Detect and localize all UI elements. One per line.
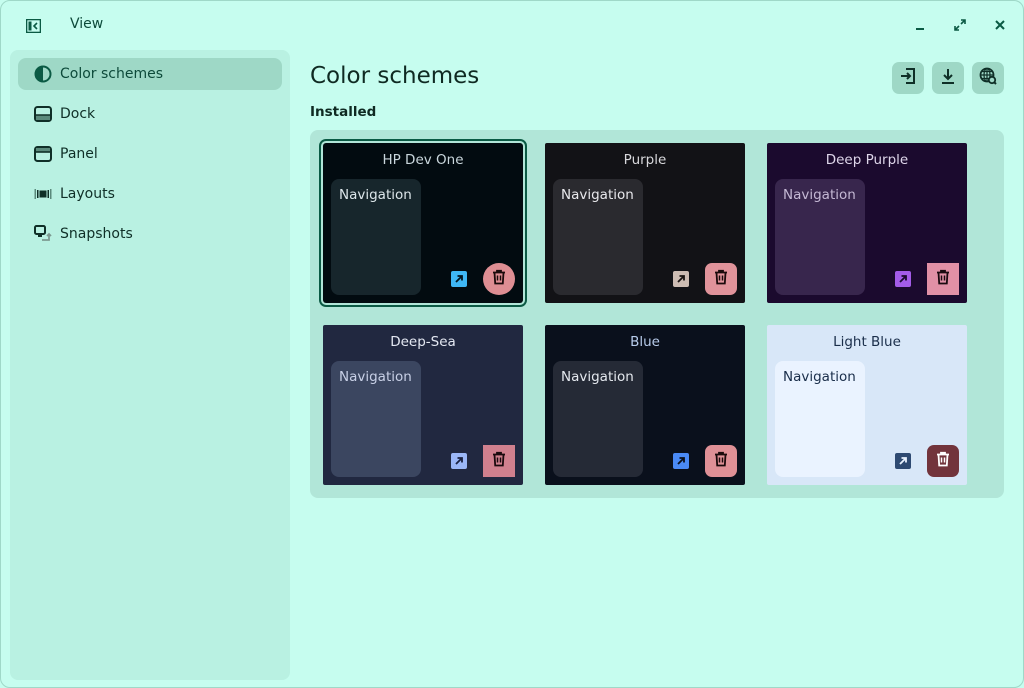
scheme-card[interactable]: Purple Navigation (545, 143, 745, 303)
sidebar-item-label: Color schemes (60, 66, 164, 82)
trash-icon (935, 269, 951, 289)
open-scheme-button[interactable] (895, 271, 911, 287)
sidebar-item-layouts[interactable]: Layouts (18, 178, 282, 210)
trash-icon (713, 269, 729, 289)
preview-navigation-label: Navigation (339, 187, 412, 203)
preview-navigation-pane: Navigation (775, 361, 865, 477)
import-icon (899, 67, 917, 89)
arrow-up-right-icon (897, 270, 909, 289)
open-scheme-button[interactable] (673, 453, 689, 469)
import-button[interactable] (892, 62, 924, 94)
download-button[interactable] (932, 62, 964, 94)
delete-scheme-button[interactable] (705, 445, 737, 477)
delete-scheme-button[interactable] (483, 445, 515, 477)
sidebar-collapse-icon[interactable] (25, 18, 42, 34)
scheme-card[interactable]: Blue Navigation (545, 325, 745, 485)
page-title: Color schemes (310, 63, 480, 89)
sidebar-item-label: Layouts (60, 186, 115, 202)
scheme-name: Deep-Sea (390, 334, 456, 350)
scheme-card[interactable]: HP Dev One Navigation (319, 139, 527, 307)
trash-icon (935, 451, 951, 471)
delete-scheme-button[interactable] (705, 263, 737, 295)
scheme-name: Purple (623, 152, 667, 168)
scheme-card[interactable]: Deep-Sea Navigation (323, 325, 523, 485)
open-scheme-button[interactable] (673, 271, 689, 287)
download-icon (939, 67, 957, 89)
header-bar: View (1, 1, 1023, 49)
panel-icon (34, 145, 52, 163)
sidebar-item-snapshots[interactable]: Snapshots (18, 218, 282, 250)
preview-navigation-label: Navigation (561, 187, 634, 203)
open-scheme-button[interactable] (451, 453, 467, 469)
sidebar-item-label: Snapshots (60, 226, 133, 242)
arrow-up-right-icon (675, 452, 687, 471)
section-label-installed: Installed (310, 104, 377, 120)
sidebar-item-color-schemes[interactable]: Color schemes (18, 58, 282, 90)
globe-search-icon (979, 67, 997, 89)
preview-navigation-pane: Navigation (553, 179, 643, 295)
maximize-icon[interactable] (952, 17, 968, 33)
scheme-name: Light Blue (833, 334, 901, 350)
open-scheme-button[interactable] (451, 271, 467, 287)
sidebar-item-panel[interactable]: Panel (18, 138, 282, 170)
view-menu[interactable]: View (70, 16, 103, 32)
delete-scheme-button[interactable] (927, 263, 959, 295)
trash-icon (713, 451, 729, 471)
installed-schemes-grid: HP Dev One Navigation Purple Navigation Deep… (310, 130, 1004, 498)
arrow-up-right-icon (453, 452, 465, 471)
scheme-card[interactable]: Light Blue Navigation (767, 325, 967, 485)
preview-navigation-pane: Navigation (553, 361, 643, 477)
minimize-icon[interactable] (912, 17, 928, 33)
app-window: View Color schemes Dock Panel Layouts Sn… (0, 0, 1024, 688)
color-scheme-icon (34, 65, 52, 83)
sidebar-item-label: Dock (60, 106, 96, 122)
preview-navigation-label: Navigation (783, 369, 856, 385)
layouts-icon (34, 185, 52, 203)
trash-icon (491, 451, 507, 471)
arrow-up-right-icon (453, 270, 465, 289)
preview-navigation-label: Navigation (339, 369, 412, 385)
preview-navigation-label: Navigation (561, 369, 634, 385)
scheme-name: HP Dev One (382, 152, 464, 168)
arrow-up-right-icon (897, 452, 909, 471)
sidebar-item-dock[interactable]: Dock (18, 98, 282, 130)
delete-scheme-button[interactable] (927, 445, 959, 477)
scheme-card[interactable]: Deep Purple Navigation (767, 143, 967, 303)
sidebar: Color schemes Dock Panel Layouts Snapsho… (10, 50, 290, 680)
open-scheme-button[interactable] (895, 453, 911, 469)
preview-navigation-pane: Navigation (331, 361, 421, 477)
preview-navigation-label: Navigation (783, 187, 856, 203)
arrow-up-right-icon (675, 270, 687, 289)
scheme-name: Deep Purple (825, 152, 909, 168)
sidebar-item-label: Panel (60, 146, 98, 162)
browse-online-button[interactable] (972, 62, 1004, 94)
delete-scheme-button[interactable] (483, 263, 515, 295)
preview-navigation-pane: Navigation (775, 179, 865, 295)
close-icon[interactable] (992, 17, 1008, 33)
scheme-name: Blue (630, 334, 660, 350)
snapshots-icon (34, 225, 52, 243)
dock-icon (34, 105, 52, 123)
trash-icon (491, 269, 507, 289)
preview-navigation-pane: Navigation (331, 179, 421, 295)
